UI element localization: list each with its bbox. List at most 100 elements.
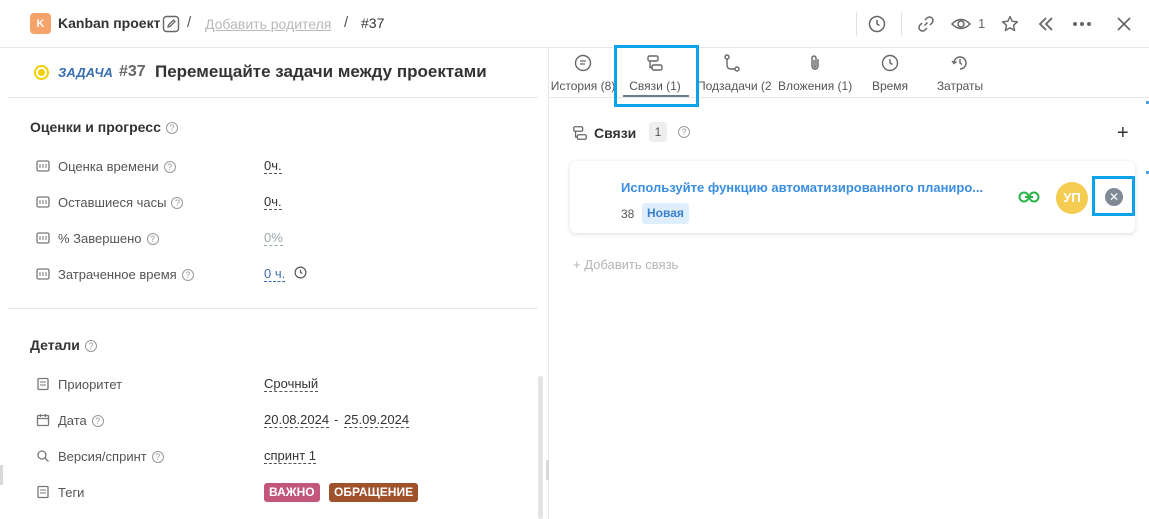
remaining-hours-value[interactable]: 0ч. <box>264 194 282 210</box>
label-text: % Завершено <box>58 231 142 246</box>
sprint-icon <box>37 450 49 462</box>
edit-icon[interactable] <box>162 15 180 33</box>
estimate-icon <box>36 160 50 172</box>
help-icon[interactable]: ? <box>163 161 176 173</box>
label-text: Версия/спринт <box>58 449 147 464</box>
status-badge: Новая <box>642 203 689 224</box>
project-name[interactable]: Kanban проект <box>58 15 160 31</box>
percent-done-value[interactable]: 0% <box>264 230 283 246</box>
highlight-box <box>1092 176 1135 216</box>
estimates-section-title: Оценки и прогресс? <box>30 119 178 135</box>
estimate-time-value[interactable]: 0ч. <box>264 158 282 174</box>
tab-label: Время <box>871 79 909 93</box>
tab-subtasks[interactable]: Подзадачи (2) <box>697 52 771 96</box>
highlight-box <box>614 45 699 107</box>
priority-value[interactable]: Срочный <box>264 376 319 392</box>
resize-handle[interactable] <box>546 460 549 480</box>
label-text: Затраченное время <box>58 267 177 282</box>
task-title[interactable]: Перемещайте задачи между проектами <box>155 62 487 82</box>
subtasks-icon <box>724 54 740 72</box>
details-title-text: Детали <box>30 337 80 353</box>
watchers-count: 1 <box>978 16 986 31</box>
percent-done-label: % Завершено? <box>58 231 159 246</box>
estimate-time-label: Оценка времени? <box>58 159 176 174</box>
label-text: Дата <box>58 413 87 428</box>
top-bar: K Kanban проект / Добавить родителя / #3… <box>0 0 1149 48</box>
breadcrumb-separator: / <box>187 14 192 31</box>
spent-time-icon <box>36 268 50 280</box>
tags-icon <box>37 485 49 499</box>
resize-handle[interactable] <box>0 465 3 485</box>
tab-attachments[interactable]: Вложения (1) <box>778 52 852 96</box>
tab-label: Затраты <box>936 79 984 93</box>
task-number: #37 <box>119 63 146 80</box>
copy-link-icon[interactable] <box>915 13 937 35</box>
divider <box>856 12 857 36</box>
details-section-title: Детали? <box>30 337 97 353</box>
priority-icon <box>37 377 49 391</box>
tab-history[interactable]: История (8) <box>549 52 617 96</box>
scrollbar[interactable] <box>538 376 543 519</box>
help-icon[interactable]: ? <box>171 197 184 209</box>
estimates-title-text: Оценки и прогресс <box>30 119 161 135</box>
links-section-title: Связи <box>594 125 637 141</box>
help-icon[interactable]: ? <box>165 122 178 134</box>
tab-time[interactable]: Время <box>855 52 925 96</box>
priority-label: Приоритет <box>58 377 123 392</box>
clock-icon <box>881 54 899 72</box>
add-link-button[interactable]: + <box>1117 122 1129 145</box>
panel-divider <box>548 48 549 519</box>
tab-label: Подзадачи (2) <box>697 79 771 93</box>
help-icon[interactable]: ? <box>678 126 690 138</box>
remaining-hours-icon <box>36 196 50 208</box>
label-text: Оценка времени <box>58 159 159 174</box>
tab-label: Вложения (1) <box>778 79 853 93</box>
add-link-button[interactable]: + Добавить связь <box>573 257 678 272</box>
sprint-label: Версия/спринт? <box>58 449 164 464</box>
more-icon[interactable] <box>1071 13 1093 35</box>
date-separator: - <box>334 412 339 427</box>
divider <box>8 97 538 98</box>
paperclip-icon <box>811 55 819 70</box>
percent-done-icon <box>36 232 50 244</box>
divider <box>901 12 902 36</box>
clock-icon[interactable] <box>866 13 888 35</box>
spent-time-label: Затраченное время? <box>58 267 194 282</box>
avatar: УП <box>1056 182 1088 214</box>
breadcrumb-separator: / <box>344 14 349 31</box>
help-icon[interactable]: ? <box>91 415 104 427</box>
close-icon[interactable] <box>1113 13 1135 35</box>
help-icon[interactable]: ? <box>181 269 194 281</box>
linked-task-number: 38 <box>621 207 635 221</box>
help-icon[interactable]: ? <box>151 451 164 463</box>
clock-icon[interactable] <box>294 266 307 279</box>
tab-costs[interactable]: Затраты <box>925 52 995 96</box>
tag-badge[interactable]: ОБРАЩЕНИЕ <box>329 483 419 502</box>
date-label: Дата? <box>58 413 104 428</box>
sprint-value[interactable]: спринт 1 <box>264 448 317 464</box>
date-end-value[interactable]: 25.09.2024 <box>344 412 410 428</box>
task-type: ЗАДАЧА <box>58 65 113 80</box>
add-parent-link[interactable]: Добавить родителя <box>205 16 331 32</box>
links-icon <box>573 126 587 140</box>
eye-icon[interactable] <box>950 13 972 35</box>
tab-label: История (8) <box>550 79 616 93</box>
history-icon <box>574 54 592 72</box>
divider <box>8 308 538 309</box>
tags-label: Теги <box>58 485 85 500</box>
help-icon[interactable]: ? <box>146 233 159 245</box>
tag-badge[interactable]: ВАЖНО <box>264 483 320 502</box>
help-icon[interactable]: ? <box>84 340 97 352</box>
link-type-icon[interactable] <box>1018 189 1040 205</box>
task-type-icon <box>34 65 49 80</box>
spent-time-value[interactable]: 0 ч. <box>264 266 286 282</box>
task-number-breadcrumb: #37 <box>361 15 385 31</box>
calendar-icon <box>36 414 50 427</box>
remaining-hours-label: Оставшиеся часы? <box>58 195 184 210</box>
linked-task-title[interactable]: Используйте функцию автоматизированного … <box>621 180 983 195</box>
date-start-value[interactable]: 20.08.2024 <box>264 412 330 428</box>
collapse-icon[interactable] <box>1035 13 1057 35</box>
label-text: Оставшиеся часы <box>58 195 167 210</box>
project-badge[interactable]: K <box>30 13 51 34</box>
star-icon[interactable] <box>999 13 1021 35</box>
